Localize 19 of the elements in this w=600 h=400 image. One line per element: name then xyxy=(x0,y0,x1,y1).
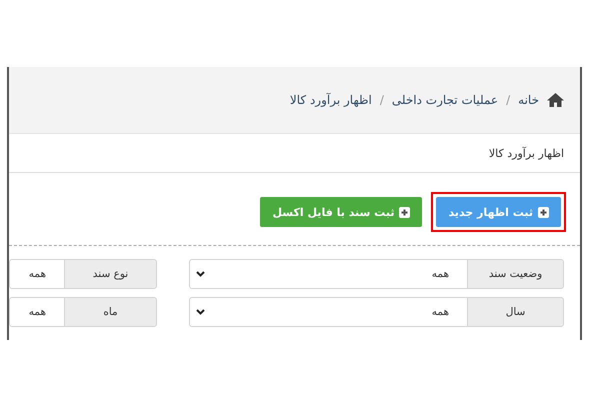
plus-icon xyxy=(399,206,410,218)
home-icon[interactable] xyxy=(547,93,564,107)
filter-label: نوع سند xyxy=(64,259,157,289)
breadcrumb-link[interactable]: عملیات تجارت داخلی xyxy=(392,93,498,107)
filter-field[interactable]: همه xyxy=(9,259,64,289)
filter-select[interactable]: همه xyxy=(189,297,467,327)
filter-label: سال xyxy=(467,297,564,327)
filter-label: ماه xyxy=(64,297,157,327)
plus-icon xyxy=(538,206,549,218)
breadcrumb-link[interactable]: اظهار برآورد کالا xyxy=(290,93,372,107)
filter-select[interactable]: همه xyxy=(189,259,467,289)
breadcrumb-separator: / xyxy=(506,93,510,107)
page-title: اظهار برآورد کالا xyxy=(488,146,564,160)
breadcrumb-separator: / xyxy=(380,93,384,107)
filter-label: وضعیت سند xyxy=(467,259,564,289)
chevron-down-icon xyxy=(196,309,205,315)
chevron-down-icon xyxy=(196,271,205,277)
breadcrumb-link[interactable]: خانه xyxy=(518,93,539,107)
filter-field[interactable]: همه xyxy=(9,297,64,327)
